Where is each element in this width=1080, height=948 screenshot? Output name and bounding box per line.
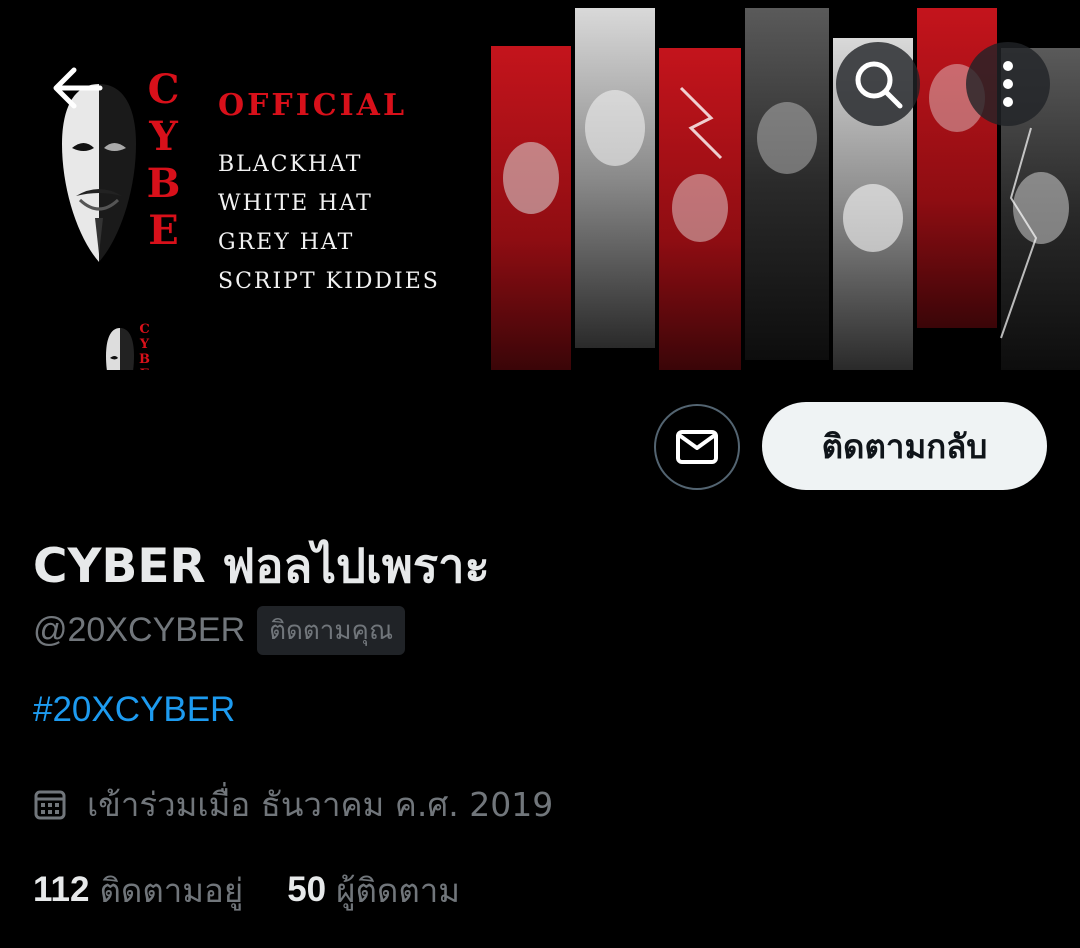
mask-small-image xyxy=(106,328,134,370)
search-icon xyxy=(855,61,903,109)
following-label: ติดตามอยู่ xyxy=(99,870,244,910)
following-stat[interactable]: 112 ติดตามอยู่ xyxy=(33,864,243,917)
follow-back-button[interactable]: ติดตามกลับ xyxy=(762,402,1047,490)
follows-you-badge: ติดตามคุณ xyxy=(257,605,406,655)
hat-list: BLACKHAT WHITE HAT GREY HAT SCRIPT KIDDI… xyxy=(218,145,440,301)
bio-hashtag-link[interactable]: #20XCYBER xyxy=(33,690,235,730)
hat-list-item: GREY HAT xyxy=(218,230,355,255)
followers-count: 50 xyxy=(287,870,327,909)
back-button[interactable] xyxy=(36,46,120,130)
calendar-icon xyxy=(34,790,66,820)
message-button[interactable] xyxy=(654,404,740,490)
following-count: 112 xyxy=(33,870,90,909)
profile-banner[interactable]: CYBE OFFICIAL BLACKHAT WHITE HAT GREY HA… xyxy=(0,0,1080,370)
more-options-button[interactable] xyxy=(966,42,1050,126)
search-button[interactable] xyxy=(836,42,920,126)
follow-stats: 112 ติดตามอยู่ 50 ผู้ติดตาม xyxy=(33,864,460,916)
handle-row: @20XCYBER ติดตามคุณ xyxy=(33,605,406,655)
more-vertical-icon xyxy=(1003,61,1013,107)
followers-label: ผู้ติดตาม xyxy=(336,870,461,910)
joined-date-row: เข้าร่วมเมื่อ ธันวาคม ค.ศ. 2019 xyxy=(33,780,553,828)
official-title: OFFICIAL xyxy=(218,88,408,123)
display-name: CYBER ฟอลไปเพราะ xyxy=(33,539,490,594)
joined-date-text: เข้าร่วมเมื่อ ธันวาคม ค.ศ. 2019 xyxy=(87,784,554,824)
envelope-icon xyxy=(676,430,718,464)
cyber-vertical-logo-text: CYBE xyxy=(140,66,187,254)
hat-list-item: BLACKHAT xyxy=(218,152,363,177)
followers-stat[interactable]: 50 ผู้ติดตาม xyxy=(287,864,460,917)
hat-list-item: SCRIPT KIDDIES xyxy=(218,269,440,294)
arrow-left-icon xyxy=(53,67,103,109)
cyber-small-logo-text: CYBER xyxy=(137,322,152,370)
hat-list-item: WHITE HAT xyxy=(218,191,373,216)
username-handle: @20XCYBER xyxy=(33,610,246,649)
